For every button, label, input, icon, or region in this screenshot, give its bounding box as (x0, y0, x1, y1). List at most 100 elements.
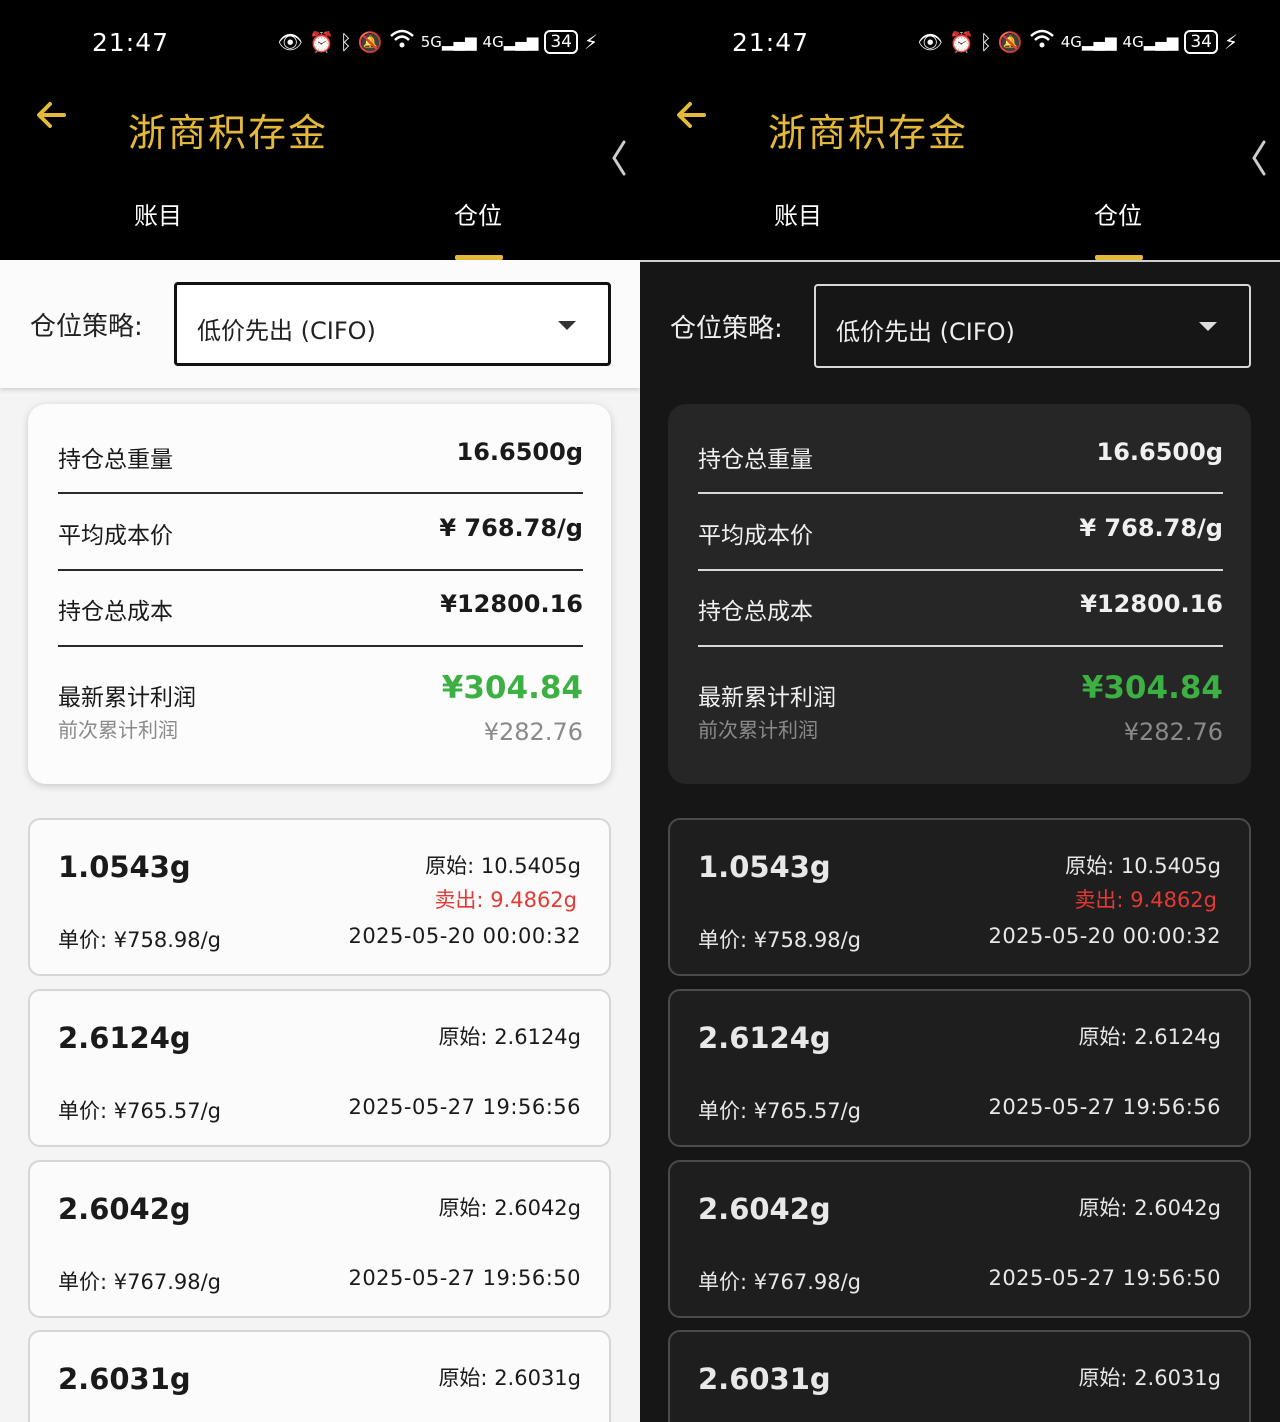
tab-bar: 账目 仓位 (0, 176, 640, 260)
position-card[interactable]: 1.0543g 原始: 10.5405g 卖出: 9.4862g 单价: ¥75… (28, 818, 611, 976)
avg-cost-row: 平均成本价 ¥ 768.78/g (58, 494, 583, 570)
alarm-icon: ⏰ (308, 29, 334, 54)
signal-icon: 4G▂▄▆ (482, 32, 539, 51)
status-bar: 21:47 👁 ⏰ ᛒ 🔕 5G▂▄▆ 4G▂▄▆ 34 ⚡ (0, 0, 640, 80)
alarm-icon: ⏰ (948, 29, 974, 54)
strategy-select[interactable]: 低价先出 (CIFO) (814, 284, 1251, 368)
total-weight-row: 持仓总重量 16.6500g (58, 418, 583, 494)
position-weight: 1.0543g (58, 850, 191, 884)
total-weight-value: 16.6500g (456, 438, 584, 466)
back-arrow-icon[interactable] (674, 98, 708, 132)
signal-icon: 4G▂▄▆ (1122, 32, 1179, 51)
position-unit-price: 单价: ¥758.98/g (58, 928, 221, 952)
divider (58, 645, 583, 647)
divider (698, 645, 1223, 647)
latest-profit-label: 最新累计利润 (58, 685, 196, 711)
position-original: 原始: 10.5405g (1065, 854, 1221, 878)
back-arrow-icon[interactable] (34, 98, 68, 132)
strategy-label: 仓位策略: (30, 312, 143, 342)
tab-bar: 账目 仓位 (640, 176, 1280, 260)
eye-icon: 👁 (917, 29, 943, 54)
status-icons: 👁 ⏰ ᛒ 🔕 5G▂▄▆ 4G▂▄▆ 34 ⚡ (278, 28, 598, 55)
strategy-selected-value: 低价先出 (CIFO) (197, 317, 376, 345)
total-cost-row: 持仓总成本 ¥12800.16 (698, 570, 1223, 646)
position-weight: 2.6124g (58, 1021, 191, 1055)
battery-icon: 34 (544, 29, 578, 54)
prev-profit-label: 前次累计利润 (58, 718, 178, 742)
position-weight: 2.6042g (58, 1192, 191, 1226)
position-date: 2025-05-27 19:56:50 (988, 1266, 1221, 1290)
total-weight-label: 持仓总重量 (58, 447, 173, 473)
total-weight-label: 持仓总重量 (698, 447, 813, 473)
position-date: 2025-05-27 19:56:56 (988, 1095, 1221, 1119)
status-icons: 👁 ⏰ ᛒ 🔕 4G▂▄▆ 4G▂▄▆ 34 ⚡ (918, 28, 1238, 55)
position-weight: 2.6031g (698, 1362, 831, 1396)
position-original: 原始: 2.6031g (438, 1366, 581, 1390)
page-title: 浙商积存金 (768, 111, 969, 155)
tab-positions[interactable]: 仓位 (1094, 196, 1142, 231)
tab-ledger[interactable]: 账目 (774, 196, 822, 231)
position-card[interactable]: 2.6124g 原始: 2.6124g 单价: ¥765.57/g 2025-0… (28, 989, 611, 1147)
position-unit-price: 单价: ¥758.98/g (698, 928, 861, 952)
status-bar: 21:47 👁 ⏰ ᛒ 🔕 4G▂▄▆ 4G▂▄▆ 34 ⚡ (640, 0, 1280, 80)
position-card[interactable]: 2.6031g 原始: 2.6031g (668, 1330, 1251, 1422)
position-card[interactable]: 2.6031g 原始: 2.6031g (28, 1330, 611, 1422)
screens-wrapper: 21:47 👁 ⏰ ᛒ 🔕 5G▂▄▆ 4G▂▄▆ 34 ⚡ 浙商积存金 账目 (0, 0, 1280, 1422)
position-weight: 2.6031g (58, 1362, 191, 1396)
signal-icon: 5G▂▄▆ (420, 32, 477, 51)
total-cost-value: ¥12800.16 (1080, 590, 1223, 618)
position-original: 原始: 2.6124g (438, 1025, 581, 1049)
charging-icon: ⚡ (583, 29, 598, 54)
prev-profit-value: ¥282.76 (1123, 718, 1223, 746)
total-weight-value: 16.6500g (1096, 438, 1224, 466)
charging-icon: ⚡ (1223, 29, 1238, 54)
position-card[interactable]: 2.6042g 原始: 2.6042g 单价: ¥767.98/g 2025-0… (668, 1160, 1251, 1318)
avg-cost-label: 平均成本价 (698, 523, 813, 549)
chevron-left-icon[interactable] (1248, 138, 1270, 178)
position-date: 2025-05-20 00:00:32 (348, 924, 581, 948)
position-unit-price: 单价: ¥767.98/g (698, 1270, 861, 1294)
avg-cost-row: 平均成本价 ¥ 768.78/g (698, 494, 1223, 570)
status-time: 21:47 (92, 28, 170, 57)
avg-cost-value: ¥ 768.78/g (1079, 514, 1223, 542)
tab-ledger[interactable]: 账目 (134, 196, 182, 231)
strategy-row: 仓位策略: 低价先出 (CIFO) (0, 260, 640, 388)
wifi-icon (389, 28, 415, 55)
latest-profit-value: ¥304.84 (441, 670, 583, 706)
position-sold: 卖出: 9.4862g (1074, 888, 1217, 912)
app-bar: 浙商积存金 (0, 80, 640, 176)
position-original: 原始: 2.6124g (1078, 1025, 1221, 1049)
light-theme-screen: 21:47 👁 ⏰ ᛒ 🔕 5G▂▄▆ 4G▂▄▆ 34 ⚡ 浙商积存金 账目 (0, 0, 640, 1422)
status-time: 21:47 (732, 28, 810, 57)
latest-profit-label: 最新累计利润 (698, 685, 836, 711)
total-cost-value: ¥12800.16 (440, 590, 583, 618)
position-unit-price: 单价: ¥767.98/g (58, 1270, 221, 1294)
latest-profit-value: ¥304.84 (1081, 670, 1223, 706)
position-original: 原始: 2.6031g (1078, 1366, 1221, 1390)
position-weight: 2.6124g (698, 1021, 831, 1055)
eye-icon: 👁 (277, 29, 303, 54)
chevron-left-icon[interactable] (608, 138, 630, 178)
summary-card: 持仓总重量 16.6500g 平均成本价 ¥ 768.78/g 持仓总成本 ¥1… (668, 404, 1251, 784)
app-bar: 浙商积存金 (640, 80, 1280, 176)
position-original: 原始: 10.5405g (425, 854, 581, 878)
strategy-select[interactable]: 低价先出 (CIFO) (174, 282, 611, 366)
position-card[interactable]: 2.6124g 原始: 2.6124g 单价: ¥765.57/g 2025-0… (668, 989, 1251, 1147)
battery-icon: 34 (1184, 29, 1218, 54)
position-unit-price: 单价: ¥765.57/g (58, 1099, 221, 1123)
position-unit-price: 单价: ¥765.57/g (698, 1099, 861, 1123)
strategy-label: 仓位策略: (670, 314, 783, 344)
dropdown-caret-icon (558, 321, 576, 330)
position-original: 原始: 2.6042g (438, 1196, 581, 1220)
position-card[interactable]: 2.6042g 原始: 2.6042g 单价: ¥767.98/g 2025-0… (28, 1160, 611, 1318)
total-cost-label: 持仓总成本 (58, 599, 173, 625)
wifi-icon (1029, 28, 1055, 55)
position-weight: 1.0543g (698, 850, 831, 884)
mute-icon: 🔕 (357, 29, 383, 54)
position-date: 2025-05-27 19:56:50 (348, 1266, 581, 1290)
total-cost-row: 持仓总成本 ¥12800.16 (58, 570, 583, 646)
tab-positions[interactable]: 仓位 (454, 196, 502, 231)
strategy-selected-value: 低价先出 (CIFO) (836, 318, 1015, 346)
position-card[interactable]: 1.0543g 原始: 10.5405g 卖出: 9.4862g 单价: ¥75… (668, 818, 1251, 976)
position-date: 2025-05-27 19:56:56 (348, 1095, 581, 1119)
